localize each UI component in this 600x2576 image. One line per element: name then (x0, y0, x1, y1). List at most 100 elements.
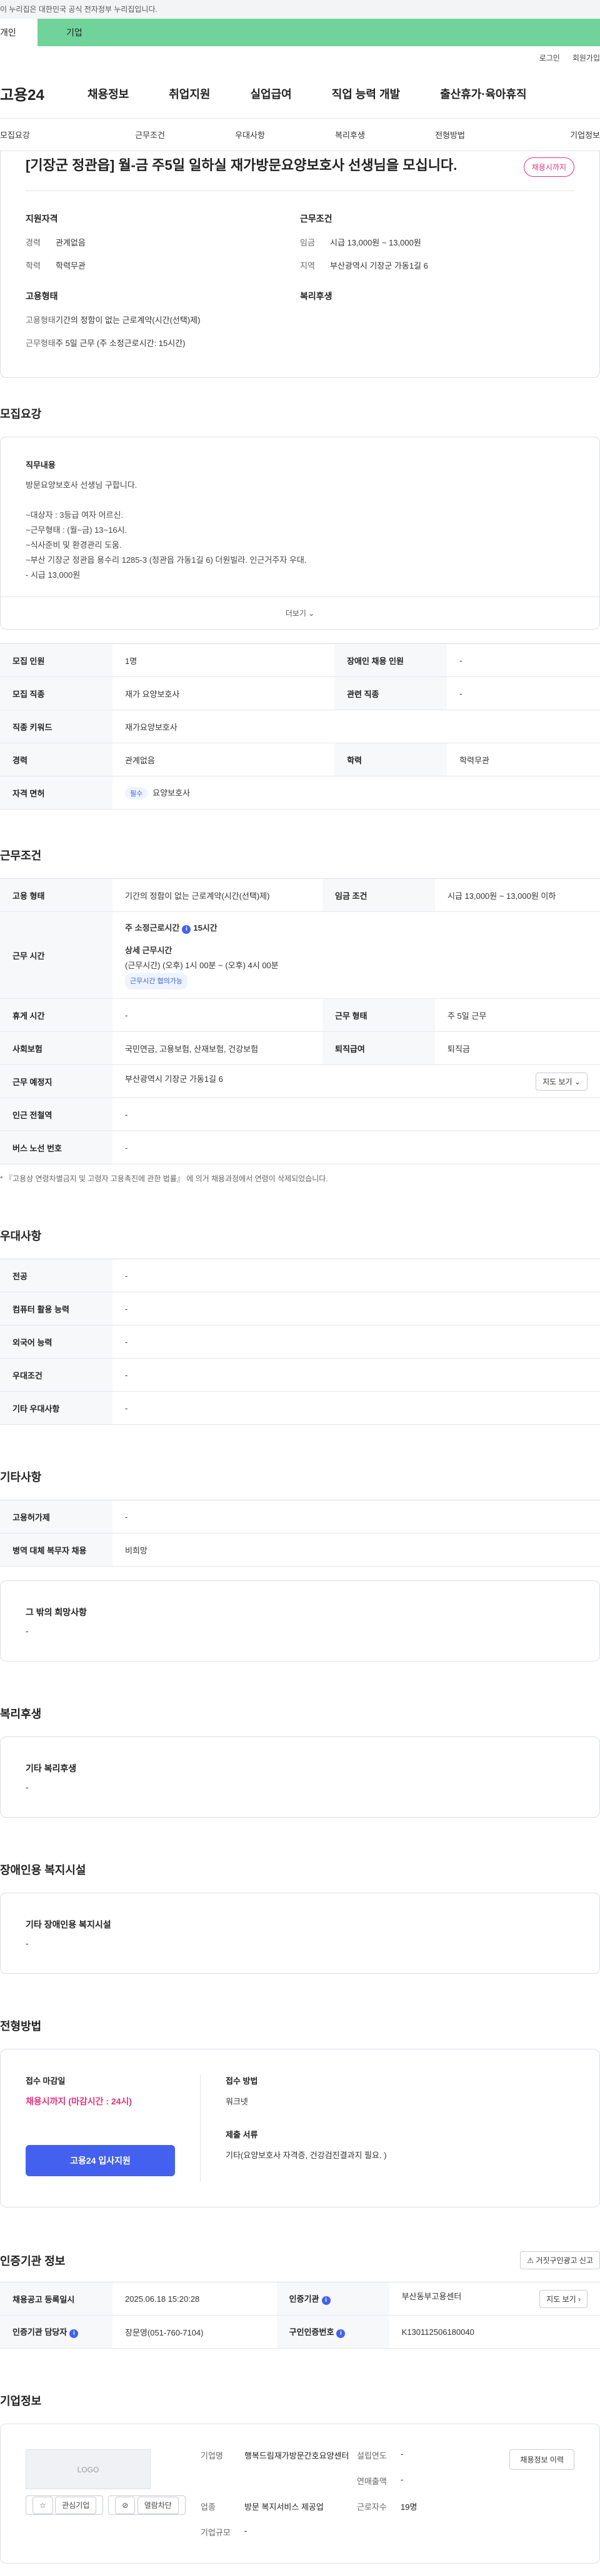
cell-label: 장애인 채용 인원 (334, 643, 448, 677)
cell-value: 학력무관 (447, 743, 600, 776)
value: 학력무관 (56, 261, 86, 270)
conditions-table: 고용 형태 기간의 정함이 없는 근로계약(시간(선택)제) 임금 조건 시급 … (0, 878, 600, 1164)
table-row: 사회보험 국민연금, 고용보험, 산재보험, 건강보험 퇴직급여 퇴직금 (0, 1031, 600, 1065)
method-label: 접수 방법 (226, 2076, 258, 2086)
cond-title: 근무조건 (300, 214, 332, 224)
method-value: 워크넷 (226, 2097, 248, 2106)
subnav-preference[interactable]: 우대사항 (200, 129, 300, 141)
gnb-item-support[interactable]: 취업지원 (169, 86, 210, 102)
weekly-hours-label: 주 소정근로시간 (125, 923, 180, 933)
history-button[interactable]: 채용정보 이력 (509, 2449, 574, 2470)
table-row: 인근 전철역 - (0, 1097, 600, 1131)
map-label: 지도 보기 (542, 1077, 572, 1086)
star-icon: ☆ (32, 2497, 53, 2514)
value: 부산광역시 기장군 가동1길 6 (330, 261, 428, 270)
gnb-item-benefit[interactable]: 실업급여 (251, 86, 292, 102)
gnb-item-training[interactable]: 직업 능력 개발 (332, 86, 400, 102)
more-button[interactable]: 더보기 ⌄ (1, 597, 599, 629)
agency-value: 부산동부고용센터 (401, 2291, 462, 2301)
info-icon[interactable]: i (321, 2296, 331, 2305)
cell-label: 전공 (0, 1259, 112, 1292)
qual-title: 지원자격 (26, 214, 58, 224)
cell-label: 우대조건 (0, 1358, 112, 1392)
cell-value: 부산광역시 기장군 가동1길 6 지도 보기 ⌄ (112, 1064, 600, 1098)
gnb-item-jobs[interactable]: 채용정보 (88, 86, 129, 102)
info-icon[interactable]: i (69, 2329, 79, 2338)
cell-label: 근무 예정지 (0, 1064, 112, 1098)
table-row: 고용 형태 기간의 정함이 없는 근로계약(시간(선택)제) 임금 조건 시급 … (0, 878, 600, 912)
table-row: 휴게 시간 - 근무 형태 주 5일 근무 (0, 998, 600, 1032)
value: 기간의 정함이 없는 근로계약(시간(선택)제) (56, 315, 201, 325)
tab-personal[interactable]: 개인 (0, 19, 38, 46)
cell-value: - (112, 1131, 600, 1164)
util-links: 로그인 회원가입 (0, 46, 600, 69)
subnav-company[interactable]: 기업정보 (500, 129, 600, 141)
table-row: 인증기관 담당자 i 장문영(051-760-7104) 구인인증번호 i K130… (0, 2315, 600, 2349)
subnav-recruit[interactable]: 모집요강 (0, 129, 100, 141)
age-note: * 『고용상 연령차별금지 및 고령자 고용촉진에 관한 법률』 에 의거 채용… (0, 1174, 328, 1183)
table-row: 채용공고 등록일시 2025.06.18 15:20:28 인증기관 i 부산동부… (0, 2282, 600, 2316)
label: 기업명 (201, 2451, 223, 2460)
info-icon[interactable]: i (336, 2329, 346, 2338)
work-time-cell: 주 소정근로시간 i 15시간 상세 근무시간 (근무시간) (오후) 1시 00분… (112, 911, 600, 999)
weekly-hours: 주 소정근로시간 i 15시간 (125, 921, 588, 936)
logo-actions: ☆ 관심기업 ⊘ 열람차단 (26, 2495, 201, 2515)
subnav-welfare[interactable]: 복리후생 (300, 129, 400, 141)
cell-label: 외국어 능력 (0, 1325, 112, 1359)
cell-value: 필수 요양보호사 (112, 776, 600, 810)
table-row: 근무 시간 주 소정근로시간 i 15시간 상세 근무시간 (근무시간) (오후) … (0, 911, 600, 999)
cell-label: 학력 (334, 743, 448, 776)
cell-label: 임금 조건 (322, 878, 435, 912)
report-button[interactable]: ⚠ 거짓구인광고 신고 (520, 2251, 600, 2269)
agency-map-button[interactable]: 지도 보기 › (539, 2289, 588, 2308)
cell-value: - (112, 998, 322, 1032)
label: 기업규모 (201, 2528, 231, 2537)
value: - (401, 2475, 404, 2484)
wish-value: - (26, 1626, 29, 1636)
table-row: 근무 예정지 부산광역시 기장군 가동1길 6 지도 보기 ⌄ (0, 1064, 600, 1098)
apply-button[interactable]: 고용24 입사지원 (26, 2145, 175, 2176)
favorite-button[interactable]: ☆ 관심기업 (26, 2495, 104, 2515)
table-row: 버스 노선 번호 - (0, 1131, 600, 1164)
gnb-item-leave[interactable]: 출산휴가·육아휴직 (440, 86, 526, 102)
report-label: 거짓구인광고 신고 (536, 2256, 593, 2265)
job-summary-card: [기장군 정관읍] 월-금 주5일 일하실 재가방문요양보호사 선생님을 모십니… (0, 151, 600, 378)
welfare-value: - (26, 1782, 29, 1792)
cell-value: - (112, 1325, 600, 1359)
cell-value: 기간의 정함이 없는 근로계약(시간(선택)제) (112, 878, 322, 912)
company-name: 행복드림재가방문간호요양센터 (244, 2451, 349, 2460)
section-subnav: 모집요강 근무조건 우대사항 복리후생 전형방법 기업정보 (0, 119, 600, 151)
login-link[interactable]: 로그인 (539, 52, 560, 63)
table-row: 직종 키워드 재가요양보호사 (0, 710, 600, 743)
fav-label: 관심기업 (55, 2497, 97, 2514)
join-link[interactable]: 회원가입 (572, 52, 600, 63)
table-row: 자격 면허 필수 요양보호사 (0, 776, 600, 810)
disabled-value: - (26, 1938, 29, 1948)
detail-hours-value: (근무시간) (오후) 1시 00분 ~ (오후) 4시 00분 (125, 961, 279, 970)
cell-label: 인증기관 i (276, 2282, 389, 2316)
cell-label: 기타 우대사항 (0, 1391, 112, 1425)
cell-value: 시급 13,000원 ~ 13,000원 이하 (434, 878, 600, 912)
site-logo[interactable]: 고용24 (0, 82, 88, 104)
subnav-apply[interactable]: 전형방법 (400, 129, 500, 141)
cell-label: 퇴직급여 (322, 1031, 435, 1065)
map-button[interactable]: 지도 보기 ⌄ (536, 1072, 588, 1091)
company-card: LOGO ☆ 관심기업 ⊘ 열람차단 기업명 행복드림재가방문간호요양센터 설립… (0, 2424, 600, 2564)
deadline-label: 접수 마감일 (26, 2076, 66, 2086)
recruit-table: 모집 인원 1명 장애인 채용 인원 - 모집 직종 재가 요양보호사 관련 직… (0, 643, 600, 810)
table-row: 기타 우대사항 - (0, 1391, 600, 1425)
table-row: 우대조건 - (0, 1358, 600, 1392)
block-button[interactable]: ⊘ 열람차단 (108, 2495, 186, 2515)
cell-value: 부산동부고용센터 지도 보기 › (389, 2282, 600, 2316)
subnav-conditions[interactable]: 근무조건 (100, 129, 200, 141)
cell-value: 주 5일 근무 (434, 998, 600, 1032)
section-title-cert: 인증기관 정보 (0, 2254, 66, 2267)
tab-company[interactable]: 기업 (38, 19, 600, 46)
section-title-apply: 전형방법 (0, 2020, 42, 2033)
info-icon[interactable]: i (182, 925, 191, 934)
duty-title: 직무내용 (26, 460, 56, 470)
cell-label: 고용 형태 (0, 878, 112, 912)
section-title-welfare: 복리후생 (0, 1708, 42, 1720)
cell-label: 모집 직종 (0, 676, 112, 710)
section-title-others: 기타사항 (0, 1471, 42, 1484)
